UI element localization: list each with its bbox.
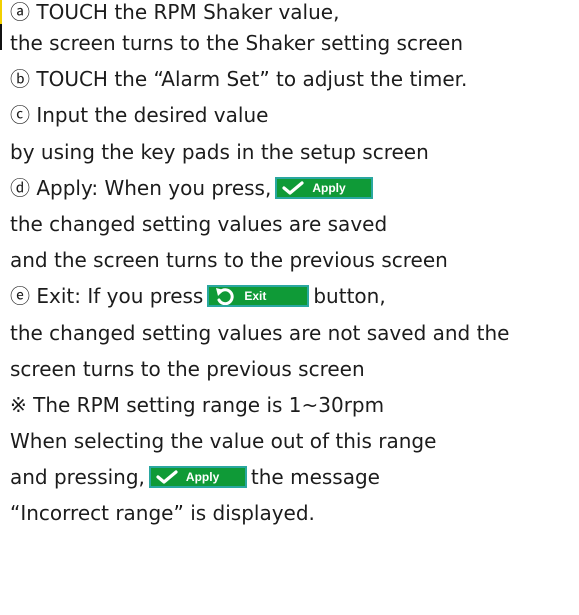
apply-button-label: Apply [185, 470, 220, 485]
apply-button[interactable]: Apply [275, 176, 374, 199]
accent-bar [0, 0, 2, 24]
step-e-continuation-2: screen turns to the previous screen [10, 356, 365, 381]
step-a-line: ⓐ TOUCH the RPM Shaker value, [10, 0, 340, 24]
exit-button-label: Exit [244, 289, 267, 304]
undo-arrow-icon [216, 288, 235, 306]
step-a-continuation: the screen turns to the Shaker setting s… [10, 31, 464, 55]
checkmark-icon [282, 181, 304, 195]
step-c-line: ⓒ Input the desired value [10, 103, 269, 128]
step-d-line: ⓓ Apply: When you press, Apply [10, 170, 575, 206]
instruction-document: ⓐ TOUCH the RPM Shaker value, the screen… [10, 0, 575, 532]
step-e-line: ⓔ Exit: If you press Exit button, [10, 284, 386, 309]
step-c-continuation: by using the key pads in the setup scree… [10, 139, 429, 164]
step-d-continuation-1: the changed setting values are saved [10, 211, 388, 236]
checkmark-icon [156, 470, 178, 484]
accent-bar-secondary [0, 24, 2, 50]
step-e-continuation-1: the changed setting values are not saved… [10, 320, 510, 345]
range-note-line: ※ The RPM setting range is 1~30rpm [10, 392, 385, 417]
range-note-apply-line: and pressing, Apply the message [10, 465, 380, 490]
step-b-line: ⓑ TOUCH the “Alarm Set” to adjust the ti… [10, 67, 468, 92]
exit-button[interactable]: Exit [207, 285, 310, 308]
apply-button-secondary[interactable]: Apply [148, 466, 247, 489]
range-note-continuation: When selecting the value out of this ran… [10, 429, 437, 454]
apply-button-label: Apply [312, 180, 346, 195]
incorrect-range-message-line: “Incorrect range” is displayed. [10, 501, 315, 526]
step-d-continuation-2: and the screen turns to the previous scr… [10, 248, 448, 273]
